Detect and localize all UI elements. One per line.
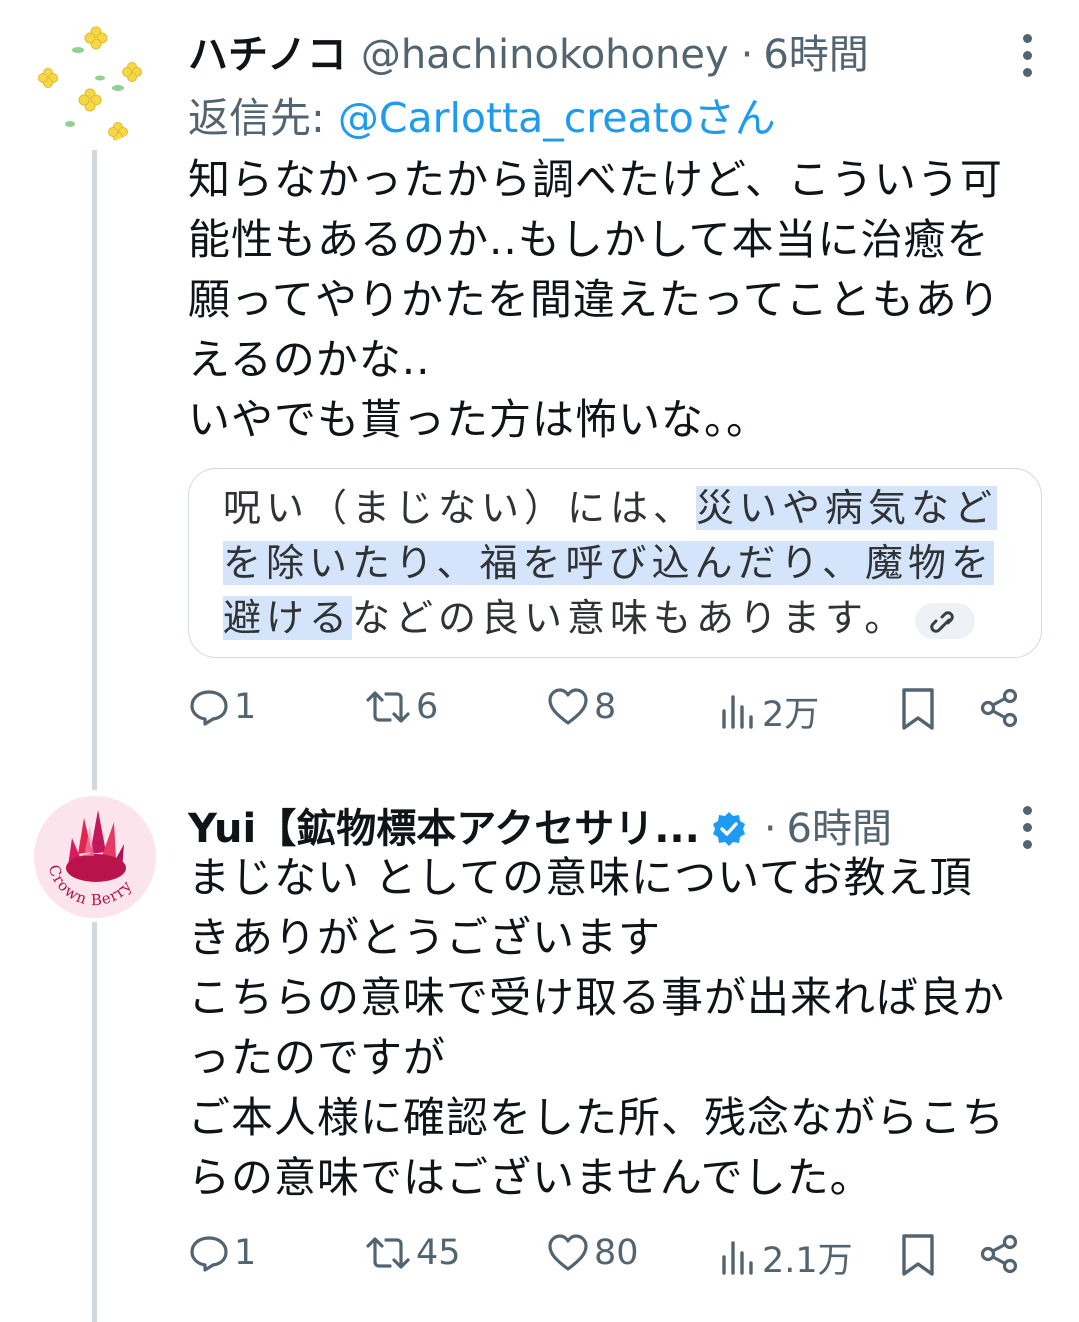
- share-button[interactable]: [978, 1232, 1022, 1276]
- like-button[interactable]: 80: [546, 1232, 639, 1274]
- more-icon[interactable]: [1021, 34, 1033, 85]
- avatar[interactable]: [34, 22, 156, 144]
- retweet-count: 45: [416, 1233, 461, 1273]
- reply-count: 1: [234, 1233, 257, 1273]
- retweet-button[interactable]: 45: [364, 1232, 461, 1274]
- retweet-button[interactable]: 6: [364, 686, 438, 728]
- reply-button[interactable]: 1: [188, 1232, 256, 1274]
- action-bar: 1 6 8 2万: [188, 686, 1048, 746]
- bookmark-icon: [902, 688, 934, 730]
- bookmark-icon: [902, 1234, 934, 1276]
- like-count: 80: [594, 1233, 639, 1273]
- reply-button[interactable]: 1: [188, 686, 256, 728]
- tweet-header: Yui【鉱物標本アクセサリ... · 6時間: [188, 796, 1009, 854]
- timestamp[interactable]: 6時間: [763, 22, 868, 80]
- quote-highlight: を除いたり、福を呼び込んだり、魔物を: [223, 541, 994, 585]
- views-count: 2万: [762, 695, 820, 735]
- like-icon: [548, 688, 588, 725]
- separator-dot: ·: [740, 32, 754, 78]
- flower-avatar-icon: [38, 26, 142, 142]
- timestamp[interactable]: 6時間: [787, 796, 892, 854]
- share-icon: [980, 1234, 1018, 1274]
- like-button[interactable]: 8: [546, 686, 616, 728]
- avatar[interactable]: Crown Berry: [34, 796, 156, 918]
- retweet-icon: [366, 1237, 410, 1269]
- display-name[interactable]: ハチノコ: [188, 22, 347, 80]
- reply-icon: [190, 690, 228, 726]
- like-icon: [548, 1234, 588, 1271]
- quote-text: 呪い（まじない）には、災いや病気などを除いたり、福を呼び込んだり、魔物を避けるな…: [223, 481, 1023, 646]
- user-handle[interactable]: @hachinokohoney: [361, 32, 729, 78]
- reply-to-line: 返信先: @Carlotta_creatoさん: [188, 84, 776, 144]
- separator-dot: ·: [763, 806, 777, 852]
- reply-to-suffix: さん: [693, 94, 776, 142]
- thread-line: [92, 150, 97, 790]
- views-icon: [722, 1240, 753, 1275]
- bookmark-button[interactable]: [898, 1232, 938, 1278]
- retweet-icon: [366, 691, 410, 723]
- crystal-avatar-icon: Crown Berry: [34, 796, 156, 918]
- bookmark-button[interactable]: [898, 686, 938, 732]
- quote-text-part: 呪い（まじない）には、: [223, 486, 697, 530]
- tweet-text: まじない としての意味についてお教え頂 きありがとうございます こちらの意味で受…: [188, 853, 1006, 1202]
- share-button[interactable]: [978, 686, 1022, 730]
- reply-icon: [190, 1236, 228, 1272]
- link-icon[interactable]: [915, 602, 976, 639]
- tweet-hachinoko[interactable]: ハチノコ @hachinokohoney · 6時間 返信先: @Carlott…: [0, 0, 1079, 790]
- quote-card[interactable]: 呪い（まじない）には、災いや病気などを除いたり、福を呼び込んだり、魔物を避けるな…: [188, 468, 1042, 658]
- quote-highlight: 災いや病気など: [696, 486, 998, 530]
- tweet-yui[interactable]: Crown Berry Yui【鉱物標本アクセサリ... · 6時間 まじない …: [0, 770, 1079, 1322]
- reply-to-handle-link[interactable]: @Carlotta_creato: [338, 94, 694, 142]
- retweet-count: 6: [416, 687, 439, 727]
- reply-to-prefix: 返信先:: [188, 94, 338, 142]
- quote-text-part: などの良い意味もあります。: [352, 596, 908, 640]
- views-icon: [722, 694, 753, 729]
- tweet-text: 知らなかったから調べたけど、こういう可 能性もあるのか..もしかして本当に治癒を…: [188, 155, 1003, 444]
- tweet-header: ハチノコ @hachinokohoney · 6時間: [188, 22, 1009, 80]
- thread-line: [92, 922, 97, 1322]
- reply-count: 1: [234, 687, 257, 727]
- views-count: 2.1万: [762, 1241, 853, 1281]
- display-name[interactable]: Yui【鉱物標本アクセサリ...: [188, 796, 700, 854]
- like-count: 8: [594, 687, 617, 727]
- views-button[interactable]: 2万: [718, 686, 819, 737]
- share-icon: [980, 688, 1018, 728]
- action-bar: 1 45 80 2.1万: [188, 1232, 1048, 1292]
- quote-highlight: 避ける: [223, 596, 353, 640]
- views-button[interactable]: 2.1万: [718, 1232, 853, 1283]
